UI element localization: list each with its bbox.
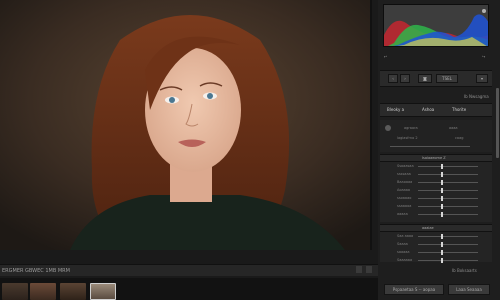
- slider-knob[interactable]: [441, 258, 443, 263]
- slider-track[interactable]: [418, 236, 478, 237]
- setting-sub-label: lagiasfrno 2: [397, 136, 418, 140]
- next-icon[interactable]: ›: [400, 74, 410, 83]
- portrait-photo: [0, 0, 370, 250]
- slider-knob[interactable]: [441, 196, 443, 201]
- previous-settings-button[interactable]: Pspaaetaa S -- aopaa: [384, 284, 444, 295]
- status-bar: ERGMER GBWEC 1MB MRM: [0, 264, 378, 276]
- slider-label: saaaaa: [397, 250, 410, 254]
- prev-icon[interactable]: ‹: [388, 74, 398, 83]
- slider-track[interactable]: [418, 244, 478, 245]
- tab-1[interactable]: Bleoky a: [387, 107, 404, 112]
- section2-header[interactable]: [380, 224, 492, 232]
- section1-title: Isaiaaeome Z: [422, 156, 446, 160]
- grid-view-icon[interactable]: [366, 266, 372, 273]
- slider-label: Saa aaaa: [397, 234, 414, 238]
- slider-knob[interactable]: [441, 250, 443, 255]
- setting-label: agraora: [404, 126, 418, 130]
- slider-knob[interactable]: [441, 188, 443, 193]
- slider-knob[interactable]: [441, 242, 443, 247]
- photo-viewer[interactable]: [0, 0, 372, 250]
- slider-track[interactable]: [418, 190, 478, 191]
- status-text: ERGMER GBWEC 1MB MRM: [2, 268, 70, 274]
- slider-knob[interactable]: [441, 172, 443, 177]
- slider-knob[interactable]: [441, 164, 443, 169]
- slider-label: Saaaa: [397, 242, 408, 246]
- redo-icon[interactable]: ↪: [482, 54, 485, 59]
- panel-scrollbar[interactable]: [496, 88, 499, 158]
- slider-label: Aoaaaa: [397, 188, 411, 192]
- section2-title: aaaiae: [422, 226, 434, 230]
- slider-label: ssoaaao: [397, 196, 412, 200]
- setting-sub-value: caag: [455, 136, 464, 140]
- slider-track[interactable]: [418, 174, 478, 175]
- slider-track[interactable]: [418, 206, 478, 207]
- undo-icon[interactable]: ↩: [384, 54, 387, 59]
- histogram: [383, 4, 489, 47]
- slider-track[interactable]: [418, 252, 478, 253]
- power-icon[interactable]: [385, 125, 391, 131]
- filmstrip-thumb[interactable]: [30, 283, 56, 300]
- slider-label: aaaaa: [397, 212, 408, 216]
- slider-label: Baaoaaa: [397, 180, 413, 184]
- setting-value: aaaa: [449, 126, 458, 130]
- filmstrip-thumb-selected[interactable]: [90, 283, 116, 300]
- camera-icon[interactable]: ◙: [418, 74, 432, 83]
- view-toggle-icon[interactable]: [356, 266, 362, 273]
- slider-track[interactable]: [418, 260, 478, 261]
- slider-track[interactable]: [418, 182, 478, 183]
- slider-label: Saaaaaa: [397, 258, 413, 262]
- footer-count: Ib Boksaarts: [452, 268, 477, 273]
- reset-button[interactable]: Laaa Seaaaa: [448, 284, 490, 295]
- panel-header: Ib Nwsagma: [464, 94, 489, 99]
- slider-label: Ssoaasaa: [397, 164, 414, 168]
- slider-track[interactable]: [418, 198, 478, 199]
- chevron-icon[interactable]: ▾: [476, 74, 488, 83]
- filmstrip-thumb[interactable]: [2, 283, 28, 300]
- tab-2[interactable]: Ashoa: [422, 107, 434, 112]
- tab-3[interactable]: Thorite: [452, 107, 466, 112]
- slider-knob[interactable]: [441, 180, 443, 185]
- filmstrip-thumb[interactable]: [60, 283, 86, 300]
- tool-select-button[interactable]: TSEL: [436, 74, 458, 83]
- slider-label: ssaaaoa: [397, 204, 412, 208]
- slider-knob[interactable]: [441, 204, 443, 209]
- slider-track[interactable]: [390, 146, 470, 147]
- slider-knob[interactable]: [441, 234, 443, 239]
- slider-track[interactable]: [418, 214, 478, 215]
- slider-knob[interactable]: [441, 212, 443, 217]
- slider-track[interactable]: [418, 166, 478, 167]
- slider-label: ssssaaa: [397, 172, 411, 176]
- filmstrip: [0, 278, 378, 300]
